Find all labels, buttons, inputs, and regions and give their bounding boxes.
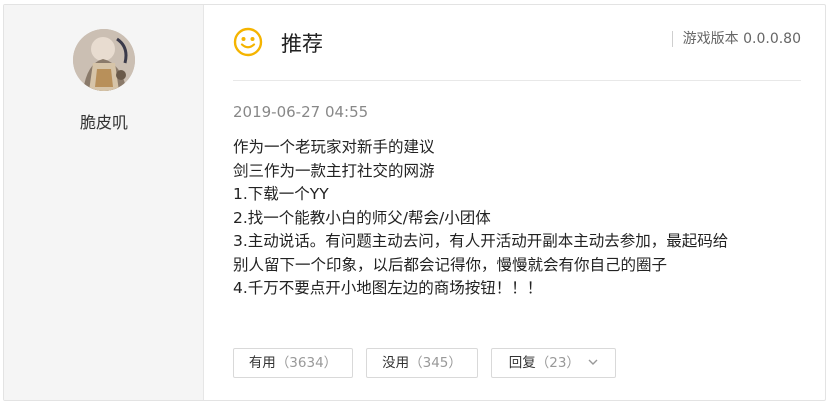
- reply-button[interactable]: 回复（23）: [491, 348, 616, 378]
- useless-label: 没用: [382, 355, 410, 371]
- review-body: 推荐 游戏版本 0.0.0.80 2019-06-27 04:55 作为一个老玩…: [205, 5, 825, 400]
- useful-label: 有用: [248, 355, 276, 371]
- user-panel: 脆皮叽: [4, 5, 204, 400]
- review-line: 3.主动说话。有问题主动去问，有人开活动开副本主动去参加，最起码给: [233, 232, 729, 250]
- avatar-image: [73, 29, 135, 91]
- smiley-face-icon: [233, 27, 263, 57]
- chevron-down-icon: [588, 359, 598, 365]
- username[interactable]: 脆皮叽: [4, 109, 204, 133]
- review-header: 推荐 游戏版本 0.0.0.80: [233, 25, 801, 81]
- useless-button[interactable]: 没用（345）: [366, 348, 478, 378]
- review-line: 别人留下一个印象，以后都会记得你，慢慢就会有你自己的圈子: [233, 255, 668, 274]
- review-content: 作为一个老玩家对新手的建议 剑三作为一款主打社交的网游 1.下载一个YY 2.找…: [233, 136, 803, 301]
- reply-label: 回复: [508, 355, 536, 371]
- review-line: 作为一个老玩家对新手的建议: [233, 138, 435, 156]
- review-card: 脆皮叽 推荐 游戏版本 0.0.0.80 2019-06-27 04:55 作为…: [3, 4, 826, 401]
- useless-count: （345）: [409, 355, 462, 371]
- useful-count: （3634）: [275, 355, 338, 371]
- recommend-label: 推荐: [281, 32, 323, 56]
- reply-count: （23）: [535, 355, 580, 371]
- game-version: 游戏版本 0.0.0.80: [671, 31, 801, 47]
- review-line: 剑三作为一款主打社交的网游: [233, 161, 435, 180]
- review-date: 2019-06-27 04:55: [233, 103, 369, 121]
- review-line: 4.千万不要点开小地图左边的商场按钮！！！: [233, 279, 543, 297]
- review-line: 2.找一个能教小白的师父/帮会/小团体: [233, 208, 491, 227]
- review-line: 1.下载一个YY: [233, 185, 329, 203]
- useful-button[interactable]: 有用（3634）: [233, 348, 353, 378]
- avatar[interactable]: [73, 29, 135, 91]
